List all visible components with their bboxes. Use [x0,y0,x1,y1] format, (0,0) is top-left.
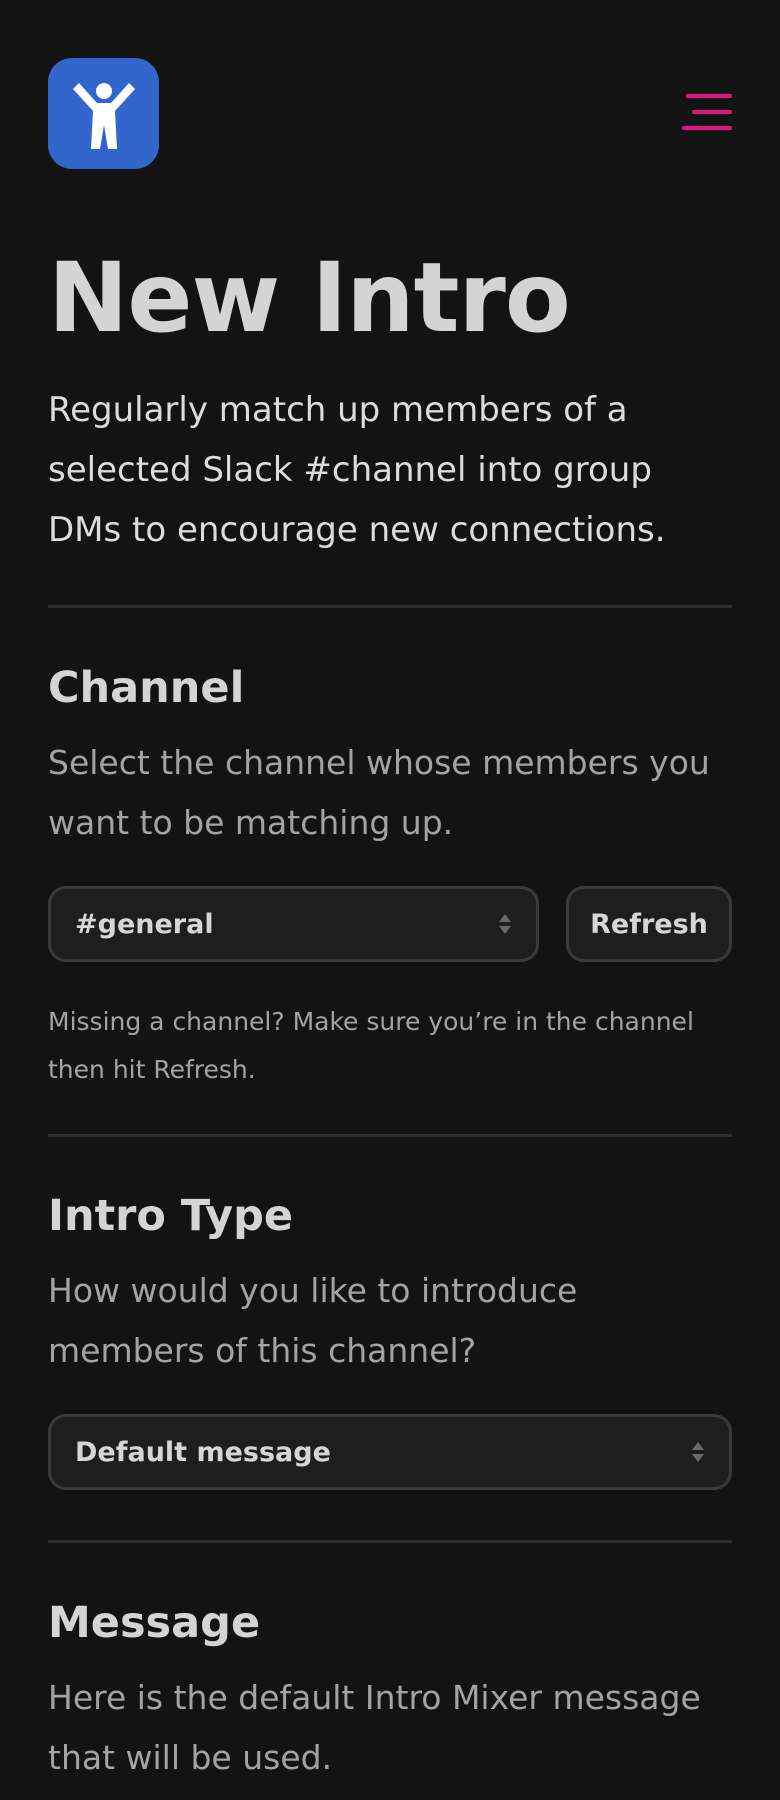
select-arrows-icon [692,1442,704,1462]
channel-select-value: #general [75,908,214,940]
intro-type-heading: Intro Type [48,1191,294,1241]
section-divider [48,1540,732,1543]
channel-select[interactable]: #general [48,886,539,962]
page-title: New Intro [48,242,571,354]
channel-description: Select the channel whose members you wan… [48,743,710,842]
intro-type-select-value: Default message [75,1436,331,1468]
intro-type-description: How would you like to introduce members … [48,1271,578,1370]
hamburger-menu-button[interactable] [682,92,732,132]
refresh-button[interactable]: Refresh [566,886,732,962]
person-arms-raised-icon [72,82,135,149]
app-logo[interactable] [48,58,159,169]
section-divider [48,1134,732,1137]
message-heading: Message [48,1598,261,1648]
page-lead: Regularly match up members of a selected… [48,390,666,550]
message-description: Here is the default Intro Mixer message … [48,1678,701,1777]
channel-heading: Channel [48,663,245,713]
hamburger-menu-icon-line [682,126,732,130]
section-divider [48,605,732,608]
hamburger-menu-icon [686,94,732,98]
intro-type-select[interactable]: Default message [48,1414,732,1490]
hamburger-menu-icon-line [692,110,732,114]
channel-help-text: Missing a channel? Make sure you’re in t… [48,1007,694,1084]
select-arrows-icon [499,914,511,934]
